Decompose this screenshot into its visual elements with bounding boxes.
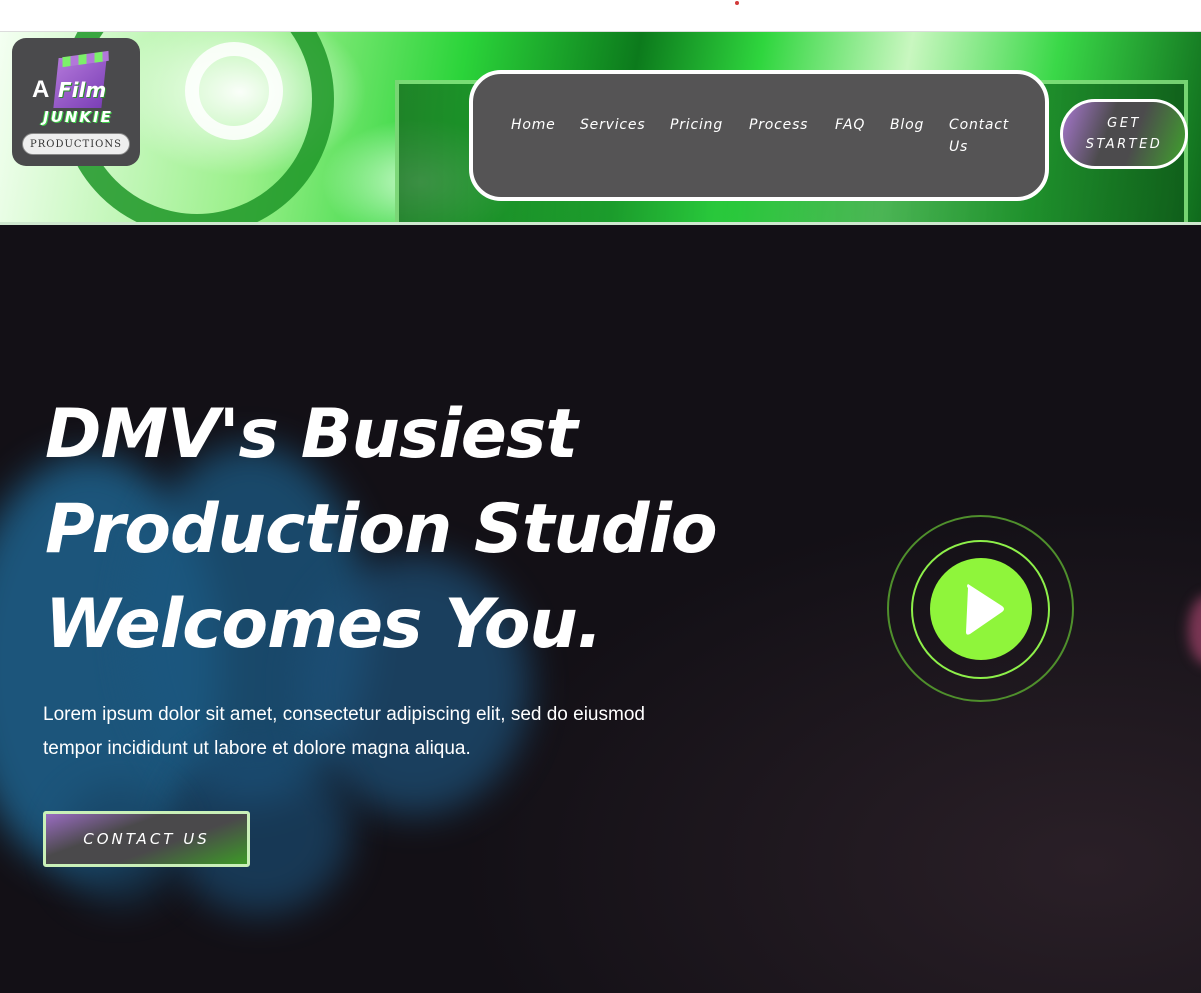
play-video-button[interactable] <box>930 558 1032 660</box>
film-reel-hub-graphic <box>185 42 283 140</box>
logo-text-a: A <box>32 76 50 103</box>
browser-top-strip <box>0 0 1201 32</box>
hero-text-line-2: tempor incididunt ut labore et dolore ma… <box>43 738 471 759</box>
main-nav: Home Services Pricing Process FAQ Blog C… <box>469 70 1049 201</box>
pink-smoke-graphic <box>1188 595 1201 665</box>
red-dot <box>735 1 739 5</box>
nav-blog[interactable]: Blog <box>890 114 924 136</box>
contact-us-label: CONTACT US <box>83 830 210 848</box>
play-icon <box>966 584 1004 635</box>
nav-home[interactable]: Home <box>511 114 556 136</box>
hero-description: Lorem ipsum dolor sit amet, consectetur … <box>43 698 743 766</box>
nav-process[interactable]: Process <box>749 114 808 136</box>
site-logo[interactable]: A Film JUNKIE PRODUCTIONS <box>12 38 140 166</box>
get-started-button[interactable]: GET STARTED <box>1060 99 1188 169</box>
nav-faq[interactable]: FAQ <box>835 114 865 136</box>
get-started-label: GET STARTED <box>1085 116 1163 152</box>
hero-title-line-1: DMV's Busiest <box>45 395 578 474</box>
nav-services[interactable]: Services <box>580 114 645 136</box>
hero-title-line-2: Production Studio <box>45 490 718 569</box>
nav-pricing[interactable]: Pricing <box>670 114 723 136</box>
hero-title-line-3: Welcomes You. <box>45 585 603 664</box>
hero-title: DMV's Busiest Production Studio Welcomes… <box>45 387 805 672</box>
logo-text-productions: PRODUCTIONS <box>22 133 130 155</box>
nav-contact-us[interactable]: Contact Us <box>949 114 1019 158</box>
hero-text-line-1: Lorem ipsum dolor sit amet, consectetur … <box>43 704 645 725</box>
logo-text-film: Film <box>58 78 107 102</box>
hero-section: DMV's Busiest Production Studio Welcomes… <box>0 225 1201 993</box>
logo-text-junkie: JUNKIE <box>43 108 113 126</box>
contact-us-button[interactable]: CONTACT US <box>43 811 250 867</box>
